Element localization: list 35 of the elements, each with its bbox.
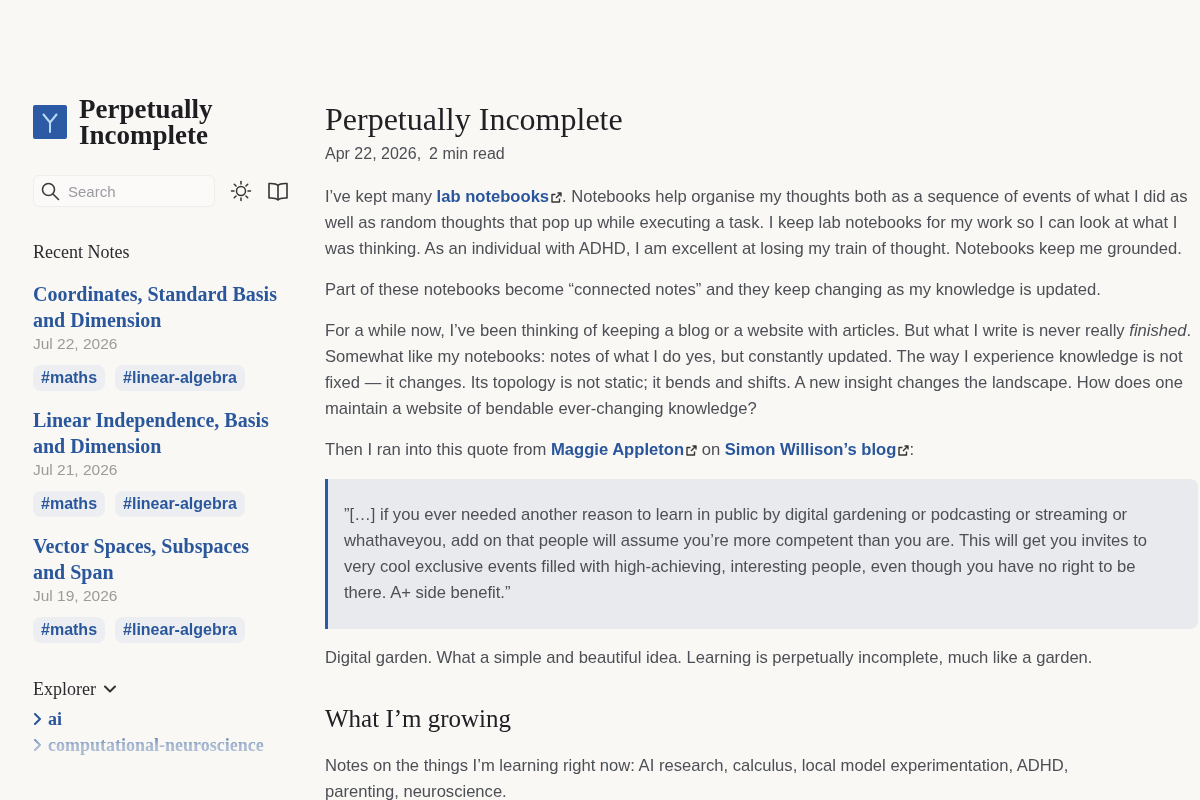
section-heading: Recent Notes [33, 241, 130, 264]
search-field[interactable]: Search [33, 175, 215, 207]
tag-link[interactable]: #maths [33, 491, 106, 517]
note-title-link[interactable]: Coordinates, Standard Basis and Dimension [33, 281, 279, 333]
paragraph: Digital garden. What a simple and beautiful idea. Learning is perpetually incomplete, much like a garden. [325, 647, 1094, 669]
tag-link[interactable]: #linear-algebra [115, 491, 245, 517]
note-date: Jul 22, 2026 [33, 334, 118, 354]
note-date: Jul 21, 2026 [33, 460, 118, 480]
book-icon[interactable] [267, 180, 289, 202]
paragraph: For a while now, I’ve been thinking of keeping a blog or a website with articles. But what I write is never really finished. Somewhat like my notebooks: notes of what I do yes, but constantly updated. The way I experience knowledge is not fixed — it changes. Its topology is not static; it bends and shifts. A new insight changes the landscape. How does one maintain a website of bendable ever-changing knowledge? [325, 320, 1193, 420]
paragraph: Then I ran into this quote from Maggie Appleton on Simon Willison’s blog : [325, 439, 915, 461]
text-link[interactable]: lab notebooks [436, 187, 563, 206]
site-title[interactable]: Perpetually Incomplete [79, 96, 229, 148]
paragraph: Part of these notebooks become “connected notes” and they keep changing as my knowledge is updated. [325, 279, 1102, 301]
search-icon [40, 181, 60, 201]
explorer-toggle[interactable]: Explorer [33, 677, 118, 701]
reading-time: 2 min read [429, 144, 505, 164]
sun-icon[interactable] [230, 180, 252, 202]
note-title-link[interactable]: Vector Spaces, Subspaces and Span [33, 533, 279, 585]
blockquote: ”[…] if you ever needed another reason to learn in public by digital gardening or podcasting or streaming or whathaveyou, add on that people will assume you’re more competent than you are. This will get you invites to very cool exclusive events filled with high-achieving, interesting people, even though you have no right to be there. A+ side benefit.” [325, 479, 1198, 629]
paragraph: I’ve kept many lab notebooks . Notebooks help organise my thoughts both as a sequence of events of what I did as well as random thoughts that pop up while executing a task. I keep lab notebooks for my work so I can look at what I was thinking. As an individual with ADHD, I am excellent at losing my train of thought. Notebooks keep me grounded. [325, 186, 1189, 260]
tag-link[interactable]: #maths [33, 365, 106, 391]
note-title-link[interactable]: Linear Independence, Basis and Dimension [33, 407, 279, 459]
folder-item[interactable]: ai [33, 706, 62, 732]
section-heading: What I’m growing [325, 704, 513, 734]
article-title: Perpetually Incomplete [325, 100, 624, 139]
paragraph: Notes on the things I’m learning right now: AI research, calculus, local model experimentation, ADHD, parenting, neuroscience. [325, 755, 1070, 800]
tag-link[interactable]: #maths [33, 617, 106, 643]
tag-link[interactable]: #linear-algebra [115, 617, 245, 643]
note-date: Jul 19, 2026 [33, 586, 118, 606]
post-date: Apr 22, 2026, [325, 144, 422, 164]
logo-icon[interactable] [33, 105, 67, 139]
text-link[interactable]: Simon Willison’s blog [724, 440, 910, 459]
text-link[interactable]: Maggie Appleton [551, 440, 698, 459]
tag-link[interactable]: #linear-algebra [115, 365, 245, 391]
